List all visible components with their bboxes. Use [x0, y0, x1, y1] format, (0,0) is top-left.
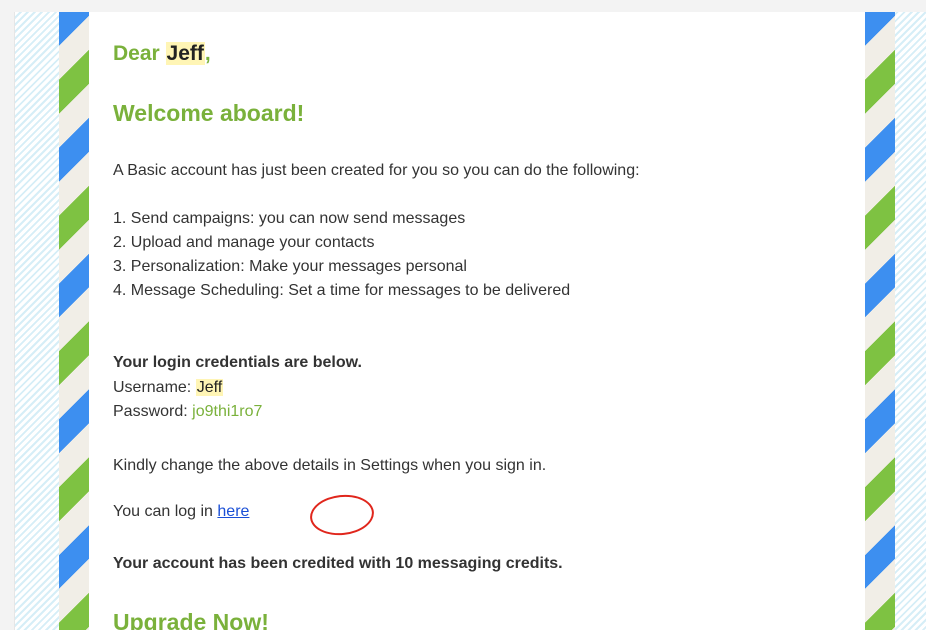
airmail-border-right [865, 12, 895, 630]
change-notice: Kindly change the above details in Setti… [113, 457, 547, 474]
email-body: Dear Jeff, Welcome aboard! A Basic accou… [89, 12, 865, 630]
login-link[interactable]: here [217, 503, 249, 520]
username-value: Jeff [195, 379, 224, 396]
greeting: Dear Jeff, [113, 42, 211, 66]
airmail-border-left [59, 12, 89, 630]
feature-list: 1. Send campaigns: you can now send mess… [113, 207, 570, 303]
annotation-circle [308, 491, 376, 539]
credits-notice: Your account has been credited with 10 m… [113, 555, 563, 572]
intro-text: A Basic account has just been created fo… [113, 162, 640, 179]
recipient-name: Jeff [165, 42, 205, 65]
login-line: You can log in here [113, 503, 249, 521]
feature-item: 2. Upload and manage your contacts [113, 234, 375, 251]
feature-item: 3. Personalization: Make your messages p… [113, 258, 467, 275]
greeting-comma: , [204, 42, 211, 65]
credentials-title: Your login credentials are below. [113, 354, 362, 371]
password-value: jo9thi1ro7 [192, 403, 263, 420]
password-label: Password: [113, 403, 188, 420]
password-line: Password: jo9thi1ro7 [113, 403, 262, 421]
email-viewport: Dear Jeff, Welcome aboard! A Basic accou… [14, 12, 926, 630]
feature-item: 4. Message Scheduling: Set a time for me… [113, 282, 571, 299]
upgrade-heading: Upgrade Now! [113, 609, 269, 630]
login-prefix: You can log in [113, 503, 213, 520]
greeting-prefix: Dear [113, 42, 160, 65]
welcome-heading: Welcome aboard! [113, 100, 305, 126]
feature-item: 1. Send campaigns: you can now send mess… [113, 210, 466, 227]
username-line: Username: Jeff [113, 379, 224, 397]
username-label: Username: [113, 379, 192, 396]
